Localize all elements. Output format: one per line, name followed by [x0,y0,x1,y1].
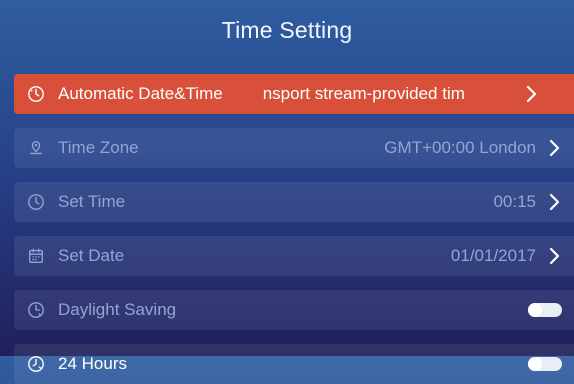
chevron-right-icon [548,138,562,158]
page-title: Time Setting [221,16,353,43]
set-date-value: 01/01/2017 [450,246,536,265]
time-zone-label: Time Zone [58,138,139,157]
set-date-label: Set Date [58,246,125,265]
set-time-value: 00:15 [493,192,536,211]
automatic-date-time-row[interactable]: Automatic Date&Time nsport stream-provid… [14,74,574,114]
toggle-knob [528,303,542,317]
location-pin-icon [26,138,46,158]
daylight-saving-label: Daylight Saving [58,300,177,319]
time-zone-value: GMT+00:00 London [384,138,536,157]
time-zone-row[interactable]: Time Zone GMT+00:00 London [14,128,574,168]
chevron-right-icon [548,192,562,212]
24h-clock-icon [26,354,46,374]
chevron-right-icon [548,246,562,266]
set-time-row[interactable]: Set Time 00:15 [14,182,574,222]
24-hours-row[interactable]: 24 Hours [14,344,574,384]
auto-clock-icon [26,84,46,104]
daylight-saving-row[interactable]: Daylight Saving [14,290,574,330]
set-time-label: Set Time [58,192,126,211]
automatic-date-time-value: nsport stream-provided tim [262,84,465,103]
daylight-clock-icon [26,300,46,320]
24-hours-label: 24 Hours [58,354,127,373]
set-date-row[interactable]: Set Date 01/01/2017 [14,236,574,276]
daylight-saving-toggle[interactable] [528,303,562,317]
chevron-right-icon [525,84,539,104]
calendar-icon [26,246,46,266]
24-hours-toggle[interactable] [528,357,562,371]
automatic-date-time-label: Automatic Date&Time [58,84,223,103]
clock-icon [26,192,46,212]
toggle-knob [528,357,542,371]
